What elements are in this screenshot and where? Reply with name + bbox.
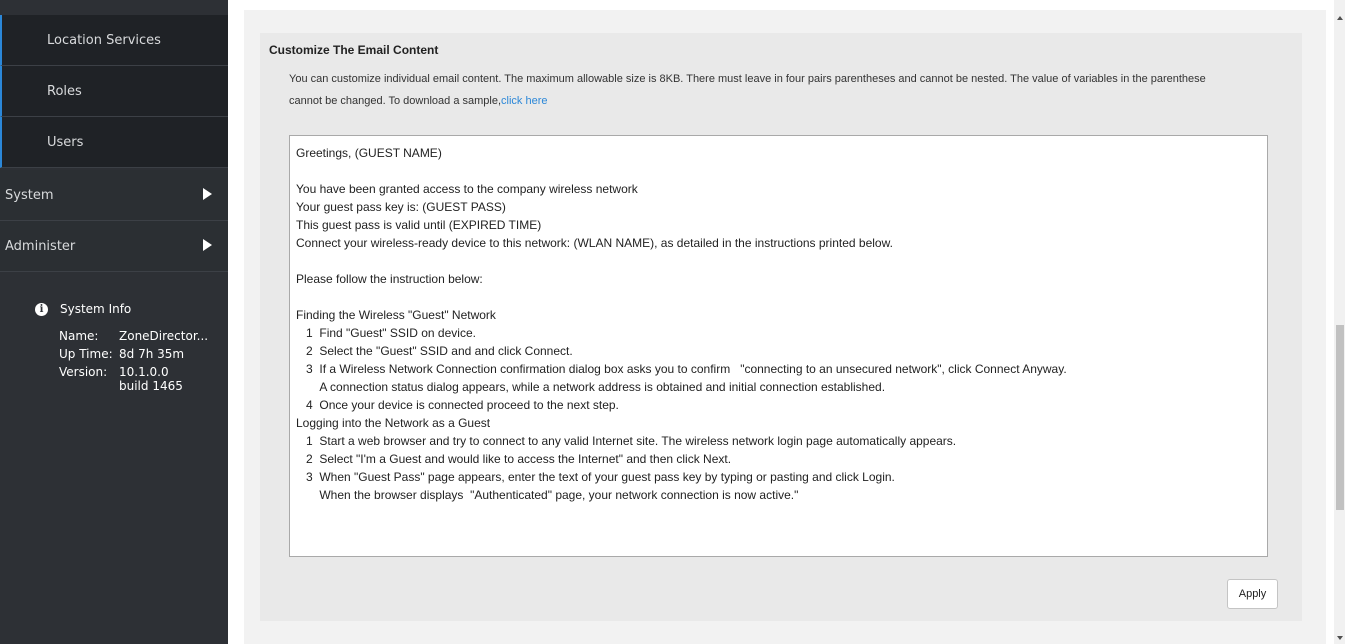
settings-panel: Customize The Email Content You can cust…	[244, 0, 1326, 644]
sidebar-item-users[interactable]: Users	[0, 117, 228, 168]
sidebar-item-location-services[interactable]: Location Services	[0, 15, 228, 66]
info-key: Version:	[59, 365, 108, 379]
sidebar-item-label: Users	[47, 134, 84, 150]
sidebar-item-system[interactable]: System	[0, 170, 228, 221]
info-value: 8d 7h 35m	[119, 347, 185, 361]
description-text: cannot be changed. To download a sample,	[289, 95, 502, 107]
system-info-header: i System Info	[35, 302, 131, 316]
info-key: Name:	[59, 329, 99, 343]
scrollbar-thumb[interactable]	[1336, 325, 1344, 510]
info-icon: i	[35, 302, 48, 316]
scroll-down-arrow-icon[interactable]	[1337, 636, 1343, 640]
download-sample-link[interactable]: click here	[501, 95, 547, 107]
caret-right-icon	[203, 188, 212, 200]
description-line: You can customize individual email conte…	[289, 73, 1206, 85]
caret-right-icon	[203, 239, 212, 251]
main-content: Customize The Email Content You can cust…	[228, 0, 1334, 644]
system-info-name-row: Name: ZoneDirector...	[59, 329, 209, 343]
sidebar-item-administer[interactable]: Administer	[0, 221, 228, 272]
page-scrollbar[interactable]	[1334, 0, 1345, 644]
system-info-uptime-row: Up Time: 8d 7h 35m	[59, 347, 209, 361]
info-value: ZoneDirector...	[119, 329, 209, 343]
section-title: Customize The Email Content	[269, 43, 439, 57]
sidebar-item-label: Roles	[47, 83, 82, 99]
email-content-textarea[interactable]: Greetings, (GUEST NAME) You have been gr…	[289, 135, 1268, 557]
apply-button[interactable]: Apply	[1227, 579, 1278, 609]
scroll-up-arrow-icon[interactable]	[1337, 16, 1343, 20]
system-info-title: System Info	[60, 302, 132, 316]
system-info-version-row: Version: 10.1.0.0 build 1465	[59, 365, 199, 393]
email-content-card: Customize The Email Content You can cust…	[260, 33, 1302, 621]
sidebar-item-roles[interactable]: Roles	[0, 66, 228, 117]
description-line-2: cannot be changed. To download a sample,…	[289, 90, 1289, 112]
sidebar-item-label: Administer	[5, 238, 76, 254]
sidebar-item-label: Location Services	[47, 32, 161, 48]
sidebar: Location Services Roles Users System Adm…	[0, 0, 228, 644]
sidebar-item-label: System	[5, 187, 54, 203]
section-description: You can customize individual email conte…	[289, 68, 1289, 112]
info-key: Up Time:	[59, 347, 113, 361]
info-value: 10.1.0.0 build 1465	[119, 365, 183, 393]
